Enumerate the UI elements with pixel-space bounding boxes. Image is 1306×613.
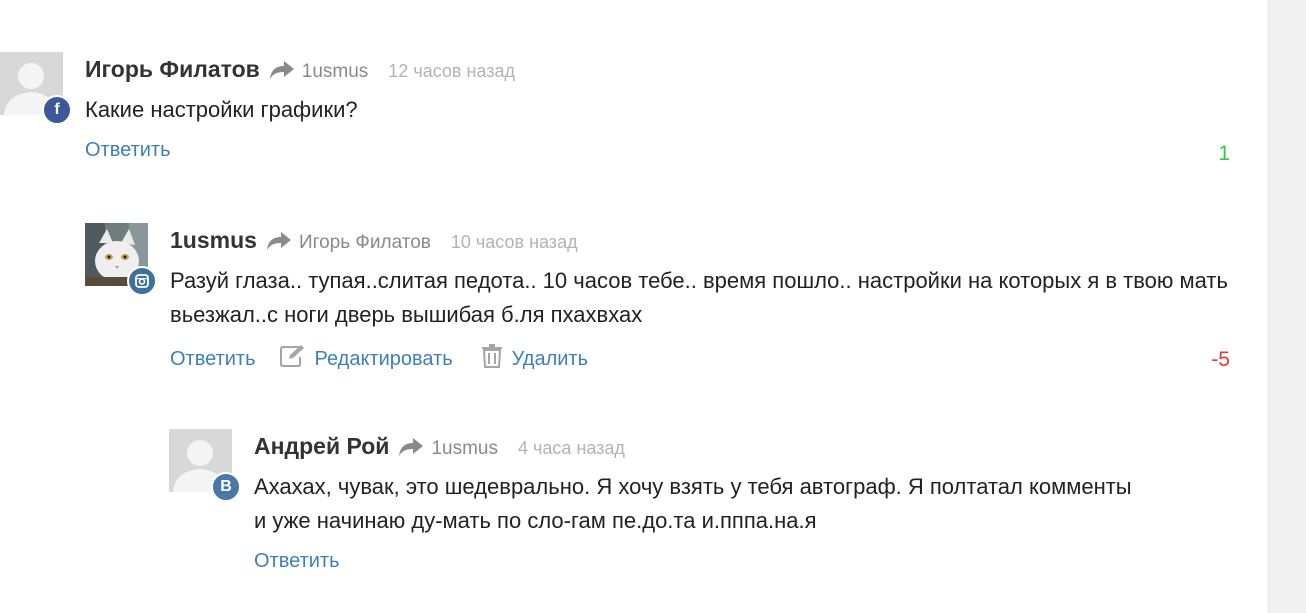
edit-link[interactable]: Редактировать bbox=[279, 345, 453, 373]
comment-rating: 1 bbox=[1218, 142, 1230, 165]
author-name[interactable]: 1usmus bbox=[170, 227, 257, 254]
vk-icon[interactable]: B bbox=[211, 472, 241, 502]
comment-item: f Игорь Филатов 1usmus 12 часов назад Ка… bbox=[0, 52, 1240, 172]
avatar-container: B bbox=[169, 429, 241, 502]
comment-header: Андрей Рой 1usmus 4 часа назад bbox=[254, 433, 625, 460]
reply-arrow-icon bbox=[269, 61, 294, 84]
reply-arrow-icon bbox=[266, 232, 291, 255]
comment-text: Какие настройки графики? bbox=[85, 97, 358, 122]
vk-letter: B bbox=[220, 478, 232, 495]
comment-rating: -5 bbox=[1211, 348, 1230, 371]
reply-to-name[interactable]: Игорь Филатов bbox=[299, 232, 431, 254]
edit-pencil-icon bbox=[279, 345, 306, 373]
facebook-icon[interactable]: f bbox=[42, 95, 72, 125]
comment-header: Игорь Филатов 1usmus 12 часов назад bbox=[85, 56, 515, 83]
delete-label: Удалить bbox=[511, 347, 589, 370]
reply-to-name[interactable]: 1usmus bbox=[302, 61, 369, 83]
comment-text: Разуй глаза.. тупая..слитая педота.. 10 … bbox=[170, 268, 1228, 327]
camera-glyph-icon bbox=[135, 274, 149, 288]
avatar-container bbox=[85, 223, 157, 296]
page-scrollbar[interactable] bbox=[1267, 0, 1306, 613]
comment-item: B Андрей Рой 1usmus 4 часа назад Ахахах,… bbox=[169, 429, 1240, 589]
reply-link[interactable]: Ответить bbox=[170, 348, 256, 371]
reply-link[interactable]: Ответить bbox=[254, 550, 340, 573]
comment-time: 10 часов назад bbox=[450, 232, 578, 252]
delete-link[interactable]: Удалить bbox=[481, 344, 588, 374]
author-name[interactable]: Игорь Филатов bbox=[85, 56, 260, 83]
comment-actions: Ответить bbox=[254, 550, 340, 573]
trash-icon bbox=[481, 344, 503, 374]
reply-arrow-icon bbox=[399, 438, 424, 461]
comment-time: 12 часов назад bbox=[388, 61, 515, 81]
author-name[interactable]: Андрей Рой bbox=[254, 433, 389, 460]
instagram-icon[interactable] bbox=[127, 266, 157, 296]
reply-link[interactable]: Ответить bbox=[85, 139, 171, 162]
edit-label: Редактировать bbox=[314, 347, 453, 370]
comment-header: 1usmus Игорь Филатов 10 часов назад bbox=[170, 227, 578, 254]
comment-time: 4 часа назад bbox=[517, 438, 625, 458]
reply-to-name[interactable]: 1usmus bbox=[431, 438, 498, 460]
facebook-letter: f bbox=[54, 101, 60, 118]
comment-actions: Ответить Редактировать Удалить bbox=[170, 344, 588, 374]
avatar-container: f bbox=[0, 52, 72, 125]
comment-item: 1usmus Игорь Филатов 10 часов назад Разу… bbox=[85, 223, 1240, 383]
comment-actions: Ответить bbox=[85, 139, 171, 162]
comment-text: Ахахах, чувак, это шедеврально. Я хочу в… bbox=[254, 474, 1132, 533]
